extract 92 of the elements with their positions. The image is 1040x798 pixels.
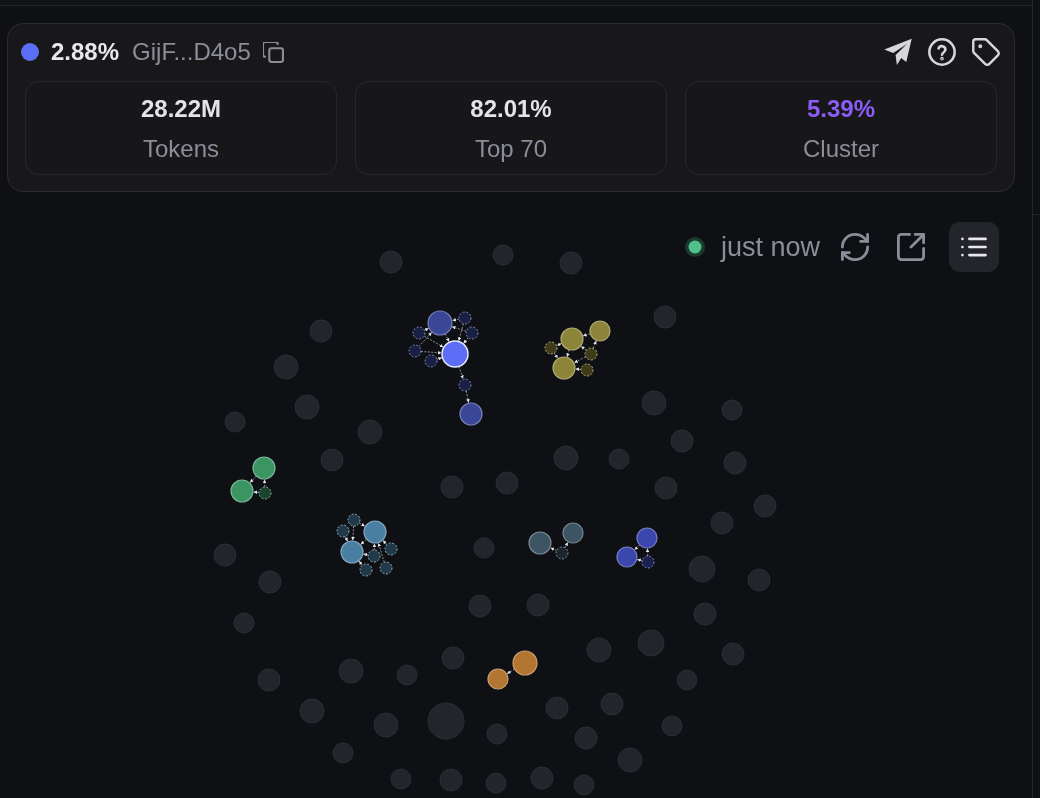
dashed-bubble xyxy=(367,549,381,563)
wallet-bubble xyxy=(586,637,612,663)
wallet-bubble xyxy=(224,411,246,433)
dashed-bubble xyxy=(458,311,472,325)
wallet-bubble xyxy=(723,451,747,475)
help-icon[interactable] xyxy=(928,38,956,66)
wallet-bubble xyxy=(396,664,418,686)
wallet-bubble xyxy=(468,594,492,618)
wallet-bubble xyxy=(545,696,569,720)
wallet-bubble xyxy=(299,698,325,724)
wallet-bubble xyxy=(688,555,716,583)
paper-plane-icon[interactable] xyxy=(884,38,912,66)
wallet-bubble xyxy=(473,537,495,559)
wallet-bubble xyxy=(526,593,550,617)
dashed-bubble xyxy=(408,344,422,358)
refresh-icon[interactable] xyxy=(841,233,869,261)
wallet-address: GijF...D4o5 xyxy=(132,38,251,66)
wallet-bubble xyxy=(440,475,464,499)
stat-value: 28.22M xyxy=(140,94,222,123)
wallet-bubble xyxy=(693,602,717,626)
wallet-bubble xyxy=(608,448,630,470)
wallet-bubble xyxy=(309,319,333,343)
wallet-bubble xyxy=(485,772,507,794)
wallet-bubble xyxy=(320,448,344,472)
link-arrow xyxy=(575,367,582,372)
copy-icon[interactable] xyxy=(262,41,284,63)
wallet-bubble xyxy=(747,568,771,592)
wallet-bubble xyxy=(357,419,383,445)
wallet-bubble xyxy=(233,612,255,634)
wallet-bubble xyxy=(390,768,412,790)
wallet-bubble xyxy=(441,646,465,670)
wallet-bubble xyxy=(710,511,734,535)
dashed-bubble xyxy=(424,354,438,368)
dashed-bubble xyxy=(336,524,350,538)
wallet-bubble xyxy=(654,476,678,500)
external-link-icon[interactable] xyxy=(897,233,925,261)
dashed-bubble xyxy=(384,542,398,556)
dashed-bubble xyxy=(584,347,598,361)
wallet-bubble xyxy=(641,390,667,416)
wallet-bubble xyxy=(338,658,364,684)
wallet-bubble xyxy=(670,429,694,453)
wallet-bubble xyxy=(574,726,598,750)
stat-label: Top 70 xyxy=(474,134,548,163)
wallet-bubble xyxy=(661,715,683,737)
link-arrow xyxy=(436,357,443,361)
wallet-bubble xyxy=(439,768,463,792)
dashed-bubble xyxy=(258,486,272,500)
dashed-bubble xyxy=(458,378,472,392)
dashed-bubble xyxy=(347,513,361,527)
dashed-bubble xyxy=(465,326,479,340)
wallet-bubble xyxy=(721,642,745,666)
list-view-button[interactable] xyxy=(949,222,999,272)
wallet-bubble xyxy=(258,570,282,594)
stat-label: Tokens xyxy=(142,134,219,163)
wallet-bubble xyxy=(379,250,403,274)
wallet-bubble xyxy=(427,702,465,740)
wallet-bubble xyxy=(676,669,698,691)
wallet-bubble xyxy=(653,305,677,329)
wallet-bubble xyxy=(721,399,743,421)
wallet-bubble xyxy=(573,774,595,796)
wallet-bubble xyxy=(373,712,399,738)
wallet-bubble xyxy=(257,668,281,692)
link-arrow xyxy=(344,536,348,542)
wallet-bubble xyxy=(332,742,354,764)
dashed-bubble xyxy=(555,546,569,560)
wallet-bubble xyxy=(753,494,777,518)
wallet-bubble xyxy=(600,692,624,716)
wallet-bubble xyxy=(213,543,237,567)
wallet-bubble xyxy=(559,251,583,275)
wallet-bubble xyxy=(486,723,508,745)
wallet-bubble xyxy=(617,747,643,773)
wallet-bubble xyxy=(637,629,665,657)
dashed-bubble xyxy=(641,555,655,569)
dashed-bubble xyxy=(379,561,393,575)
wallet-bubble xyxy=(273,354,299,380)
dashed-bubble xyxy=(359,563,373,577)
dashed-bubble xyxy=(544,341,558,355)
dashed-bubble xyxy=(412,326,426,340)
list-icon xyxy=(960,236,988,258)
dashed-bubble xyxy=(580,363,594,377)
wallet-bubble xyxy=(553,445,579,471)
wallet-bubble xyxy=(492,244,514,266)
wallet-bubble xyxy=(495,471,519,495)
holder-share: 2.88% xyxy=(51,38,120,66)
stat-value: 82.01% xyxy=(470,94,552,123)
wallet-bubble xyxy=(294,394,320,420)
stat-label: Cluster xyxy=(803,134,879,163)
link-arrow xyxy=(358,522,366,527)
stat-value: 5.39% xyxy=(806,94,876,123)
tag-icon[interactable] xyxy=(972,38,1000,66)
wallet-bubble xyxy=(530,766,554,790)
updated-time: just now xyxy=(720,231,820,263)
